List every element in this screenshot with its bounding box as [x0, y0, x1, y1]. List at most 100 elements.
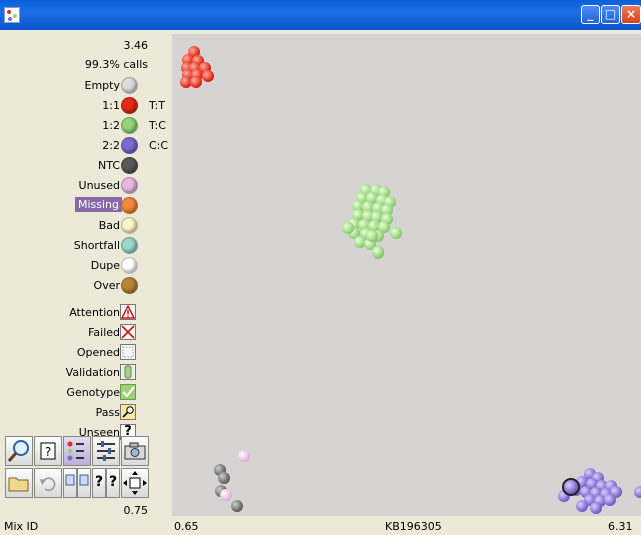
data-point — [202, 70, 214, 82]
magnifier-icon — [7, 440, 29, 462]
data-point — [231, 500, 243, 512]
status-label: Opened — [76, 346, 120, 359]
status-validation[interactable]: Validation — [0, 363, 172, 383]
data-point — [342, 222, 354, 234]
list-icon — [79, 474, 89, 486]
unknown-button-1[interactable]: ? — [92, 468, 106, 498]
genotype-label: T:C — [149, 119, 166, 132]
app-icon[interactable] — [4, 7, 20, 23]
legend-2-2[interactable]: 2:2 C:C — [0, 136, 172, 156]
orange-ball-icon — [121, 197, 138, 214]
white-ball-icon — [121, 257, 138, 274]
failed-icon — [120, 324, 136, 340]
blue-ball-icon — [121, 137, 138, 154]
legend-1-2[interactable]: 1:2 T:C — [0, 116, 172, 136]
status-label: Validation — [65, 366, 120, 379]
status-label: Attention — [69, 306, 120, 319]
legend-label: Empty — [84, 79, 120, 92]
data-point — [590, 502, 602, 514]
toolbar-bottom: ? ? — [5, 468, 169, 498]
cream-ball-icon — [121, 217, 138, 234]
svg-text:?: ? — [45, 445, 51, 459]
legend-label: Bad — [98, 219, 120, 232]
minimize-button[interactable]: _ — [581, 5, 600, 24]
selected-data-point[interactable] — [562, 478, 580, 496]
assay-name: KB196305 — [385, 520, 442, 533]
legend-empty[interactable]: Empty — [0, 76, 172, 96]
status-opened[interactable]: Opened — [0, 343, 172, 363]
empty-ball-icon — [121, 77, 138, 94]
cluster-plot[interactable] — [172, 34, 641, 516]
title-bar: _ □ × — [0, 0, 641, 30]
cluster-button[interactable] — [63, 436, 91, 466]
camera-button[interactable] — [121, 436, 149, 466]
folder-icon — [8, 477, 29, 492]
legend-bad[interactable]: Bad — [0, 216, 172, 236]
cluster-list-icon — [67, 441, 84, 461]
legend-unused[interactable]: Unused — [0, 176, 172, 196]
data-point — [218, 472, 230, 484]
legend-label: Shortfall — [73, 239, 120, 252]
data-point — [634, 486, 641, 498]
legend-dupe[interactable]: Dupe — [0, 256, 172, 276]
pass-icon — [120, 404, 136, 420]
grey-ball-icon — [121, 157, 138, 174]
data-point — [238, 450, 250, 462]
teal-ball-icon — [121, 237, 138, 254]
fit-button[interactable] — [121, 468, 149, 498]
query-button[interactable]: ? — [34, 436, 62, 466]
status-pass[interactable]: Pass — [0, 403, 172, 423]
legend-missing[interactable]: Missing — [0, 196, 172, 216]
question-box-icon: ? — [40, 442, 56, 460]
mix-id-label: Mix ID — [4, 520, 39, 533]
legend-sidebar: 3.46 99.3% calls Empty 1:1 T:T 1:2 T:C 2… — [0, 34, 172, 535]
legend-label: 1:2 — [102, 119, 120, 132]
legend-label: 2:2 — [102, 139, 120, 152]
legend-label: Dupe — [90, 259, 120, 272]
legend-label: NTC — [98, 159, 120, 172]
stat-value: 3.46 — [123, 39, 149, 52]
undo-icon — [40, 477, 56, 491]
legend-label: Over — [93, 279, 120, 292]
zoom-button[interactable] — [5, 436, 33, 466]
question-icon: ? — [108, 474, 118, 490]
legend-shortfall[interactable]: Shortfall — [0, 236, 172, 256]
data-point — [390, 227, 402, 239]
status-bar: Mix ID 0.65 KB196305 6.31 — [0, 516, 641, 535]
legend-1-1[interactable]: 1:1 T:T — [0, 96, 172, 116]
legend-label: Unused — [78, 179, 120, 192]
status-failed[interactable]: Failed — [0, 323, 172, 343]
x-axis-max: 6.31 — [608, 520, 633, 533]
call-rate: 99.3% calls — [84, 58, 148, 71]
maximize-button[interactable]: □ — [601, 5, 620, 24]
brown-ball-icon — [121, 277, 138, 294]
list-view-button[interactable] — [77, 468, 91, 498]
data-point — [190, 76, 202, 88]
legend-label: 1:1 — [102, 99, 120, 112]
open-button[interactable] — [5, 468, 33, 498]
genotype-label: T:T — [149, 99, 165, 112]
close-button[interactable]: × — [621, 5, 641, 24]
validation-icon — [120, 364, 136, 380]
data-point — [220, 489, 232, 501]
legend-over[interactable]: Over — [0, 276, 172, 296]
data-point — [366, 230, 378, 242]
data-point — [576, 500, 588, 512]
genotype-label: C:C — [149, 139, 169, 152]
status-genotype[interactable]: Genotype — [0, 383, 172, 403]
status-label: Genotype — [66, 386, 120, 399]
unknown-button-2[interactable]: ? — [106, 468, 120, 498]
camera-icon — [124, 442, 146, 460]
attention-icon — [120, 304, 136, 320]
data-point — [604, 494, 616, 506]
settings-button[interactable] — [92, 436, 120, 466]
undo-button[interactable] — [34, 468, 62, 498]
green-ball-icon — [121, 117, 138, 134]
legend-label: Missing — [74, 197, 122, 212]
status-label: Failed — [88, 326, 120, 339]
grid-icon — [65, 474, 75, 486]
status-attention[interactable]: Attention — [0, 303, 172, 323]
legend-ntc[interactable]: NTC — [0, 156, 172, 176]
red-ball-icon — [121, 97, 138, 114]
grid-view-button[interactable] — [63, 468, 77, 498]
